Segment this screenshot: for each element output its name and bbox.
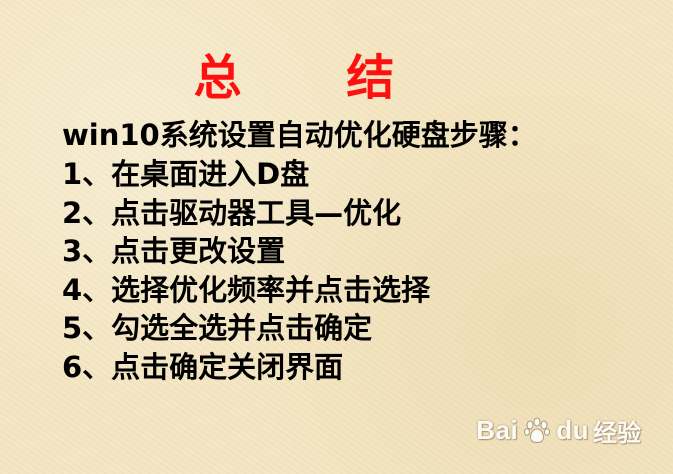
step-item-2: 2、点击驱动器工具—优化 (62, 195, 402, 230)
slide: 总 结 win10系统设置自动优化硬盘步骤： 1、在桌面进入D盘 2、点击驱动器… (0, 0, 673, 474)
watermark-bai-text: Bai (476, 415, 519, 445)
step-item-5: 5、勾选全选并点击确定 (62, 311, 373, 345)
watermark-du-text: du (556, 415, 589, 445)
steps-list: 1、在桌面进入D盘 2、点击驱动器工具—优化 3、点击更改设置 4、选择优化频率… (62, 155, 430, 386)
paw-icon (524, 417, 551, 443)
step-item-4: 4、选择优化频率并点击选择 (62, 272, 431, 307)
baidu-jingyan-watermark: Bai du 经验 (476, 413, 641, 448)
slide-title: 总 结 (193, 50, 439, 106)
step-item-3: 3、点击更改设置 (62, 234, 286, 268)
watermark-jingyan-text: 经验 (593, 419, 641, 447)
slide-subtitle: win10系统设置自动优化硬盘步骤： (62, 118, 537, 152)
step-item-1: 1、在桌面进入D盘 (62, 157, 310, 191)
step-item-6: 6、点击确定关闭界面 (62, 349, 344, 384)
